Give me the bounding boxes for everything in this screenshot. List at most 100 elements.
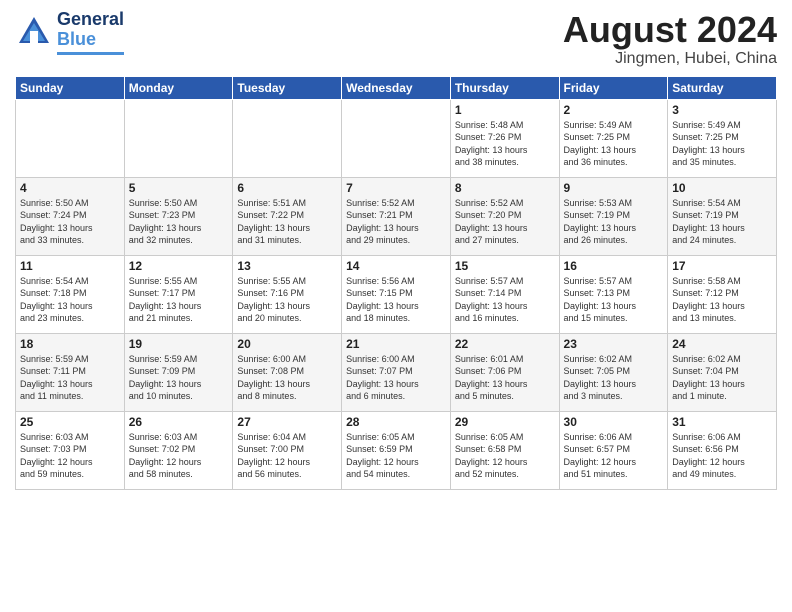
- header-friday: Friday: [559, 76, 668, 99]
- day-info: Sunrise: 5:49 AM Sunset: 7:25 PM Dayligh…: [672, 119, 772, 169]
- day-info: Sunrise: 6:01 AM Sunset: 7:06 PM Dayligh…: [455, 353, 555, 403]
- month-title: August 2024: [563, 10, 777, 50]
- calendar-cell: [233, 99, 342, 177]
- calendar-cell: 19Sunrise: 5:59 AM Sunset: 7:09 PM Dayli…: [124, 333, 233, 411]
- calendar-cell: 10 Sunrise: 5:54 AM Sunset: 7:19 PM Dayli…: [668, 177, 777, 255]
- calendar-cell: 16 Sunrise: 5:57 AM Sunset: 7:13 PM Dayli…: [559, 255, 668, 333]
- day-info: Sunrise: 6:00 AM Sunset: 7:07 PM Dayligh…: [346, 353, 446, 403]
- day-info: Sunrise: 5:54 AM Sunset: 7:19 PM Dayligh…: [672, 197, 772, 247]
- header-saturday: Saturday: [668, 76, 777, 99]
- header-wednesday: Wednesday: [342, 76, 451, 99]
- logo-icon: [15, 13, 53, 51]
- day-info: Sunrise: 5:55 AM Sunset: 7:17 PM Dayligh…: [129, 275, 229, 325]
- day-number: 3: [672, 103, 772, 117]
- day-info: Sunrise: 5:52 AM Sunset: 7:21 PM Dayligh…: [346, 197, 446, 247]
- day-number: 29: [455, 415, 555, 429]
- calendar-cell: 12Sunrise: 5:55 AM Sunset: 7:17 PM Dayli…: [124, 255, 233, 333]
- calendar-cell: 20 Sunrise: 6:00 AM Sunset: 7:08 PM Dayli…: [233, 333, 342, 411]
- calendar-cell: 13Sunrise: 5:55 AM Sunset: 7:16 PM Dayli…: [233, 255, 342, 333]
- header-tuesday: Tuesday: [233, 76, 342, 99]
- calendar-cell: 18Sunrise: 5:59 AM Sunset: 7:11 PM Dayli…: [16, 333, 125, 411]
- calendar-body: 1 Sunrise: 5:48 AM Sunset: 7:26 PM Daylig…: [16, 99, 777, 489]
- location: Jingmen, Hubei, China: [563, 50, 777, 68]
- day-number: 6: [237, 181, 337, 195]
- calendar-cell: [342, 99, 451, 177]
- day-number: 10: [672, 181, 772, 195]
- day-number: 25: [20, 415, 120, 429]
- calendar-cell: 9Sunrise: 5:53 AM Sunset: 7:19 PM Daylig…: [559, 177, 668, 255]
- day-info: Sunrise: 5:57 AM Sunset: 7:13 PM Dayligh…: [564, 275, 664, 325]
- calendar-cell: 11 Sunrise: 5:54 AM Sunset: 7:18 PM Dayli…: [16, 255, 125, 333]
- day-number: 5: [129, 181, 229, 195]
- calendar-cell: [16, 99, 125, 177]
- logo-text-blue: Blue: [57, 29, 96, 49]
- day-number: 31: [672, 415, 772, 429]
- day-number: 20: [237, 337, 337, 351]
- title-block: August 2024 Jingmen, Hubei, China: [563, 10, 777, 68]
- calendar-cell: 4 Sunrise: 5:50 AM Sunset: 7:24 PM Daylig…: [16, 177, 125, 255]
- calendar-cell: 6 Sunrise: 5:51 AM Sunset: 7:22 PM Daylig…: [233, 177, 342, 255]
- day-info: Sunrise: 5:57 AM Sunset: 7:14 PM Dayligh…: [455, 275, 555, 325]
- day-info: Sunrise: 5:50 AM Sunset: 7:24 PM Dayligh…: [20, 197, 120, 247]
- day-info: Sunrise: 6:06 AM Sunset: 6:56 PM Dayligh…: [672, 431, 772, 481]
- calendar-cell: 28Sunrise: 6:05 AM Sunset: 6:59 PM Dayli…: [342, 411, 451, 489]
- day-number: 23: [564, 337, 664, 351]
- day-number: 16: [564, 259, 664, 273]
- day-info: Sunrise: 5:48 AM Sunset: 7:26 PM Dayligh…: [455, 119, 555, 169]
- day-info: Sunrise: 5:58 AM Sunset: 7:12 PM Dayligh…: [672, 275, 772, 325]
- header: General Blue August 2024 Jingmen, Hubei,…: [15, 10, 777, 68]
- calendar-cell: 29 Sunrise: 6:05 AM Sunset: 6:58 PM Dayli…: [450, 411, 559, 489]
- day-info: Sunrise: 6:04 AM Sunset: 7:00 PM Dayligh…: [237, 431, 337, 481]
- calendar-cell: 22 Sunrise: 6:01 AM Sunset: 7:06 PM Dayli…: [450, 333, 559, 411]
- day-info: Sunrise: 5:51 AM Sunset: 7:22 PM Dayligh…: [237, 197, 337, 247]
- calendar-cell: [124, 99, 233, 177]
- weekday-header-row: Sunday Monday Tuesday Wednesday Thursday…: [16, 76, 777, 99]
- header-monday: Monday: [124, 76, 233, 99]
- day-info: Sunrise: 6:03 AM Sunset: 7:03 PM Dayligh…: [20, 431, 120, 481]
- day-info: Sunrise: 5:52 AM Sunset: 7:20 PM Dayligh…: [455, 197, 555, 247]
- day-number: 14: [346, 259, 446, 273]
- calendar-cell: 1 Sunrise: 5:48 AM Sunset: 7:26 PM Daylig…: [450, 99, 559, 177]
- calendar-cell: 26 Sunrise: 6:03 AM Sunset: 7:02 PM Dayli…: [124, 411, 233, 489]
- day-number: 26: [129, 415, 229, 429]
- calendar-cell: 25 Sunrise: 6:03 AM Sunset: 7:03 PM Dayli…: [16, 411, 125, 489]
- day-number: 9: [564, 181, 664, 195]
- day-info: Sunrise: 6:02 AM Sunset: 7:04 PM Dayligh…: [672, 353, 772, 403]
- day-info: Sunrise: 5:56 AM Sunset: 7:15 PM Dayligh…: [346, 275, 446, 325]
- header-thursday: Thursday: [450, 76, 559, 99]
- calendar-cell: 2 Sunrise: 5:49 AM Sunset: 7:25 PM Daylig…: [559, 99, 668, 177]
- calendar-table: Sunday Monday Tuesday Wednesday Thursday…: [15, 76, 777, 490]
- day-info: Sunrise: 5:59 AM Sunset: 7:09 PM Dayligh…: [129, 353, 229, 403]
- day-info: Sunrise: 6:03 AM Sunset: 7:02 PM Dayligh…: [129, 431, 229, 481]
- calendar-cell: 23Sunrise: 6:02 AM Sunset: 7:05 PM Dayli…: [559, 333, 668, 411]
- day-number: 28: [346, 415, 446, 429]
- day-number: 1: [455, 103, 555, 117]
- day-number: 2: [564, 103, 664, 117]
- calendar-cell: 27Sunrise: 6:04 AM Sunset: 7:00 PM Dayli…: [233, 411, 342, 489]
- day-info: Sunrise: 6:00 AM Sunset: 7:08 PM Dayligh…: [237, 353, 337, 403]
- day-number: 15: [455, 259, 555, 273]
- day-info: Sunrise: 6:05 AM Sunset: 6:58 PM Dayligh…: [455, 431, 555, 481]
- calendar-cell: 5 Sunrise: 5:50 AM Sunset: 7:23 PM Daylig…: [124, 177, 233, 255]
- day-info: Sunrise: 5:49 AM Sunset: 7:25 PM Dayligh…: [564, 119, 664, 169]
- day-number: 4: [20, 181, 120, 195]
- day-number: 21: [346, 337, 446, 351]
- day-number: 24: [672, 337, 772, 351]
- day-number: 17: [672, 259, 772, 273]
- header-sunday: Sunday: [16, 76, 125, 99]
- calendar-week-2: 4 Sunrise: 5:50 AM Sunset: 7:24 PM Daylig…: [16, 177, 777, 255]
- day-number: 13: [237, 259, 337, 273]
- calendar-cell: 14 Sunrise: 5:56 AM Sunset: 7:15 PM Dayli…: [342, 255, 451, 333]
- day-number: 11: [20, 259, 120, 273]
- calendar-week-4: 18Sunrise: 5:59 AM Sunset: 7:11 PM Dayli…: [16, 333, 777, 411]
- calendar-cell: 15 Sunrise: 5:57 AM Sunset: 7:14 PM Dayli…: [450, 255, 559, 333]
- calendar-cell: 17 Sunrise: 5:58 AM Sunset: 7:12 PM Dayli…: [668, 255, 777, 333]
- calendar-week-5: 25 Sunrise: 6:03 AM Sunset: 7:03 PM Dayli…: [16, 411, 777, 489]
- calendar-cell: 31 Sunrise: 6:06 AM Sunset: 6:56 PM Dayli…: [668, 411, 777, 489]
- day-number: 30: [564, 415, 664, 429]
- day-info: Sunrise: 5:50 AM Sunset: 7:23 PM Dayligh…: [129, 197, 229, 247]
- calendar-cell: 24 Sunrise: 6:02 AM Sunset: 7:04 PM Dayli…: [668, 333, 777, 411]
- logo-underline: [57, 52, 124, 55]
- day-info: Sunrise: 5:54 AM Sunset: 7:18 PM Dayligh…: [20, 275, 120, 325]
- day-number: 22: [455, 337, 555, 351]
